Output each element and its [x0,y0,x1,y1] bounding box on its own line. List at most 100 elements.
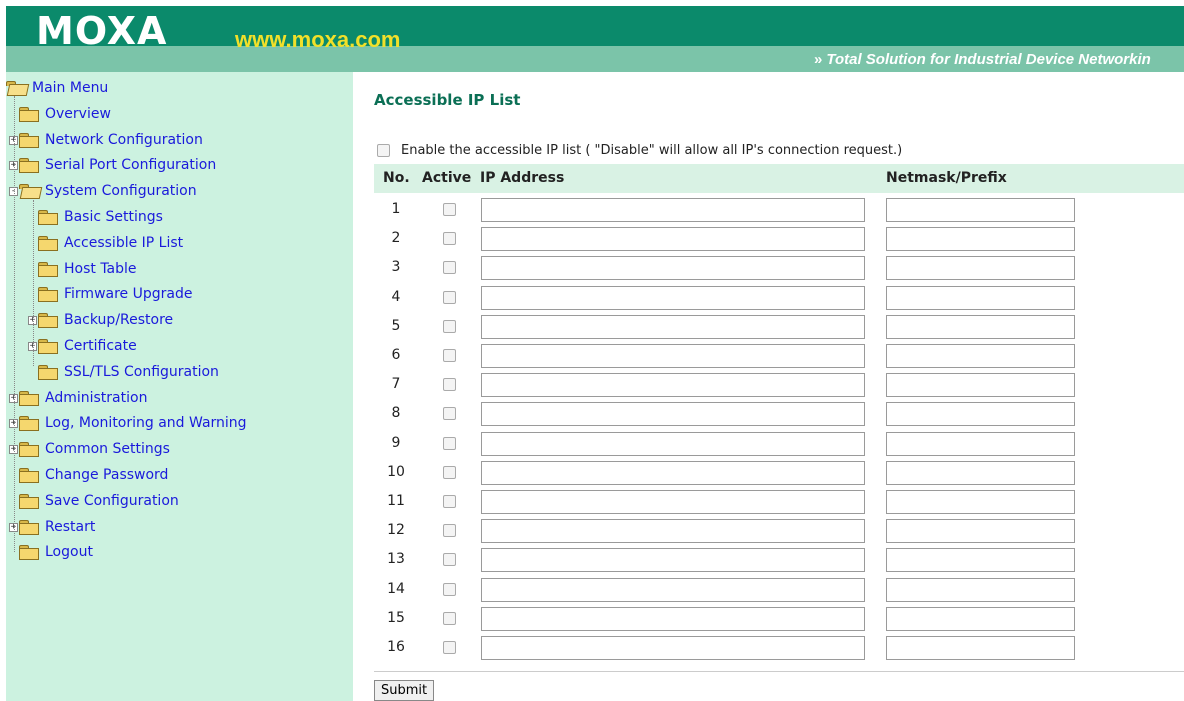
page-title: Accessible IP List [374,91,521,109]
netmask-input[interactable] [886,198,1075,222]
enable-accessible-ip-label: Enable the accessible IP list ( "Disable… [401,143,903,158]
ip-address-input[interactable] [481,548,865,572]
active-checkbox[interactable] [443,291,456,304]
ip-address-input[interactable] [481,432,865,456]
active-checkbox[interactable] [443,612,456,625]
folder-icon [19,107,39,122]
netmask-input[interactable] [886,461,1075,485]
sidebar-item[interactable]: + Log, Monitoring and Warning [9,413,247,433]
netmask-input[interactable] [886,578,1075,602]
submit-button[interactable]: Submit [374,680,435,701]
active-checkbox[interactable] [443,437,456,450]
table-row: 11 [374,487,1184,516]
folder-icon [19,416,39,431]
table-row: 6 [374,341,1184,370]
ip-address-input[interactable] [481,607,865,631]
netmask-input[interactable] [886,548,1075,572]
table-row: 15 [374,604,1184,633]
folder-icon [38,262,58,277]
netmask-input[interactable] [886,607,1075,631]
ip-address-input[interactable] [481,402,865,426]
active-checkbox[interactable] [443,378,456,391]
netmask-input[interactable] [886,227,1075,251]
sidebar-item[interactable]: + Restart [9,517,95,537]
ip-address-input[interactable] [481,344,865,368]
netmask-input[interactable] [886,402,1075,426]
sidebar-item[interactable]: Basic Settings [28,207,163,227]
sidebar-item-label: Serial Port Configuration [45,157,217,173]
sidebar-item[interactable]: Main Menu [6,78,108,98]
sidebar-item-label: Certificate [64,338,137,354]
column-ip-address: IP Address [480,170,565,186]
folder-icon [19,442,39,457]
netmask-input[interactable] [886,286,1075,310]
ip-address-input[interactable] [481,373,865,397]
active-checkbox[interactable] [443,466,456,479]
ip-address-input[interactable] [481,227,865,251]
sidebar-item[interactable]: + Serial Port Configuration [9,155,216,175]
folder-icon [38,313,58,328]
sidebar-item-label: SSL/TLS Configuration [64,364,219,380]
netmask-input[interactable] [886,519,1075,543]
sidebar-item[interactable]: SSL/TLS Configuration [28,362,219,382]
ip-address-input[interactable] [481,636,865,660]
ip-address-input[interactable] [481,198,865,222]
table-row: 1 [374,195,1184,224]
netmask-input[interactable] [886,373,1075,397]
active-checkbox[interactable] [443,320,456,333]
row-number: 12 [387,522,405,538]
row-number: 9 [391,435,401,451]
column-no: No. [383,170,410,186]
table-row: 5 [374,312,1184,341]
ip-address-input[interactable] [481,490,865,514]
sidebar-item[interactable]: Accessible IP List [28,233,183,253]
row-number: 5 [391,318,401,334]
sidebar-item[interactable]: + Backup/Restore [28,310,173,330]
ip-address-input[interactable] [481,578,865,602]
netmask-input[interactable] [886,344,1075,368]
sidebar-item[interactable]: Firmware Upgrade [28,284,192,304]
folder-icon [19,468,39,483]
folder-icon [19,158,39,173]
active-checkbox[interactable] [443,524,456,537]
ip-address-input[interactable] [481,286,865,310]
sidebar-item-label: Common Settings [45,441,170,457]
sidebar-item[interactable]: + Common Settings [9,439,170,459]
active-checkbox[interactable] [443,232,456,245]
sidebar-item[interactable]: - System Configuration [9,181,197,201]
active-checkbox[interactable] [443,349,456,362]
moxa-logo[interactable]: MOXA [36,10,167,52]
active-checkbox[interactable] [443,407,456,420]
sidebar-item[interactable]: Overview [9,104,111,124]
table-row: 9 [374,429,1184,458]
ip-address-input[interactable] [481,256,865,280]
sidebar-menu: Main Menu Overview + Network Configuration +… [6,72,353,701]
active-checkbox[interactable] [443,203,456,216]
active-checkbox[interactable] [443,495,456,508]
enable-accessible-ip-checkbox[interactable] [377,144,390,157]
tagline: » Total Solution for Industrial Device Ne… [814,51,1151,68]
sidebar-item[interactable]: + Certificate [28,336,137,356]
netmask-input[interactable] [886,432,1075,456]
sidebar-item[interactable]: + Administration [9,388,147,408]
row-number: 16 [387,639,405,655]
active-checkbox[interactable] [443,641,456,654]
ip-address-input[interactable] [481,461,865,485]
sidebar-item[interactable]: Host Table [28,259,137,279]
sidebar-item[interactable]: Logout [9,542,93,562]
ip-address-input[interactable] [481,315,865,339]
active-checkbox[interactable] [443,553,456,566]
netmask-input[interactable] [886,256,1075,280]
sidebar-item[interactable]: + Network Configuration [9,130,203,150]
netmask-input[interactable] [886,315,1075,339]
active-checkbox[interactable] [443,583,456,596]
table-row: 10 [374,458,1184,487]
active-checkbox[interactable] [443,261,456,274]
sidebar-item-label: Restart [45,519,96,535]
ip-address-input[interactable] [481,519,865,543]
netmask-input[interactable] [886,636,1075,660]
moxa-url-link[interactable]: www.moxa.com [235,28,400,52]
sidebar-item[interactable]: Save Configuration [9,491,179,511]
netmask-input[interactable] [886,490,1075,514]
sidebar-item[interactable]: Change Password [9,465,168,485]
